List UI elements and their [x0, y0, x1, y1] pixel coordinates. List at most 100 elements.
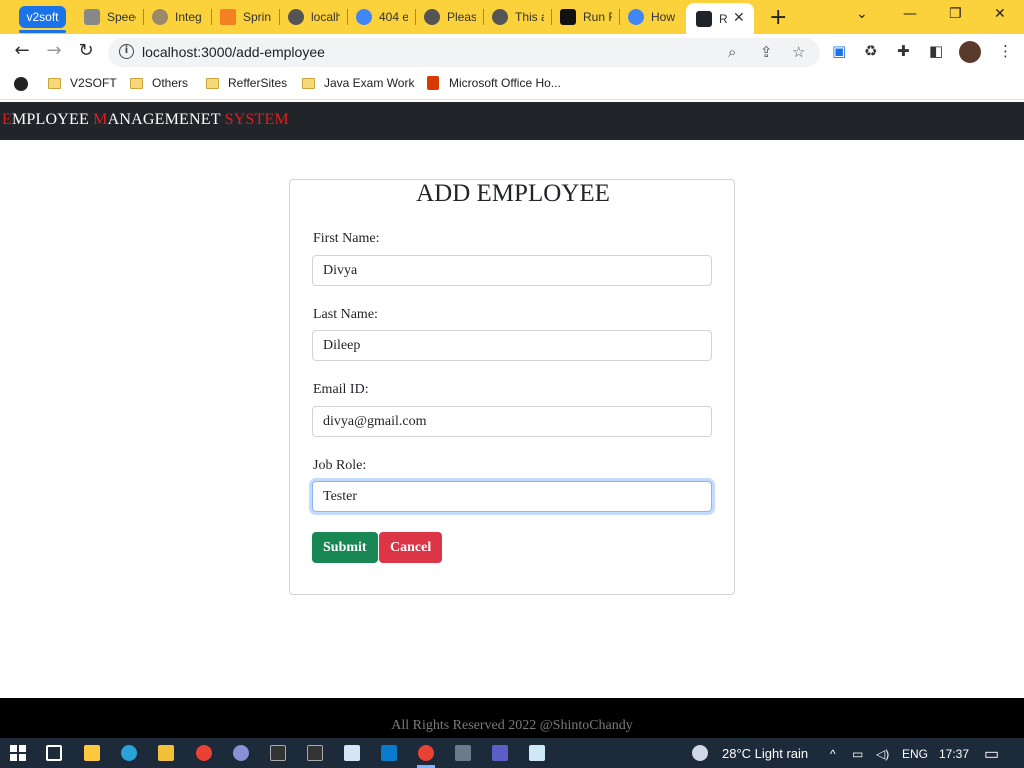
language-indicator[interactable]: ENG: [902, 747, 928, 761]
react-icon: [696, 10, 712, 27]
tab-divider: [143, 9, 144, 25]
browser-tab[interactable]: This a: [492, 4, 544, 30]
bookmark-folder-reffersites[interactable]: RefferSites: [206, 76, 287, 90]
tab-title: Pleas: [447, 10, 476, 24]
tab-title: How: [651, 10, 676, 24]
minimize-icon[interactable]: —: [903, 6, 917, 22]
new-tab-icon[interactable]: +: [769, 5, 787, 30]
cancel-button[interactable]: Cancel: [379, 532, 443, 563]
navbar-brand[interactable]: EMPLOYEE MANAGEMENET SYSTEM: [2, 111, 289, 129]
last-name-input[interactable]: [312, 330, 712, 361]
profile-avatar[interactable]: [959, 41, 981, 63]
brand-letter: E: [2, 111, 12, 128]
notepad-icon[interactable]: [529, 745, 545, 761]
folder-icon: [206, 77, 219, 89]
zoom-icon[interactable]: ⌕: [728, 43, 736, 61]
bookmark-star-icon[interactable]: ☆: [792, 43, 805, 61]
job-role-input[interactable]: [312, 481, 712, 512]
tab-search-icon[interactable]: ⌄: [856, 6, 868, 22]
bookmark-folder-others[interactable]: Others: [130, 76, 188, 90]
store-icon[interactable]: [84, 745, 100, 761]
forward-icon[interactable]: →: [42, 40, 66, 61]
terminal-icon[interactable]: [270, 745, 286, 761]
app-icon[interactable]: [233, 745, 249, 761]
folder-icon: [130, 77, 143, 89]
email-input[interactable]: [312, 406, 712, 437]
tab-divider: [619, 9, 620, 25]
first-name-input[interactable]: [312, 255, 712, 286]
add-employee-card: ADD EMPLOYEE First Name: Last Name: Emai…: [289, 179, 735, 595]
site-info-icon[interactable]: i: [119, 44, 134, 59]
browser-tab[interactable]: localh: [288, 4, 340, 30]
footer-copyright: All Rights Reserved 2022 @ShintoChandy: [391, 718, 633, 733]
bookmark-folder-java-exam-work[interactable]: Java Exam Work: [302, 76, 414, 90]
browser-tab[interactable]: How: [628, 4, 680, 30]
browser-tab[interactable]: Pleas: [424, 4, 476, 30]
globe-icon[interactable]: [14, 77, 28, 91]
back-icon[interactable]: ←: [10, 40, 34, 61]
notifications-icon[interactable]: ▭: [984, 744, 999, 764]
tab-group-chip[interactable]: v2soft: [19, 6, 66, 28]
vscode-icon[interactable]: [381, 745, 397, 761]
last-name-label: Last Name:: [313, 307, 378, 322]
screen-capture-icon[interactable]: ▣: [832, 42, 846, 60]
tab-divider: [347, 9, 348, 25]
close-window-icon[interactable]: ✕: [994, 6, 1006, 22]
browser-tab[interactable]: Integ: [152, 4, 204, 30]
page-title: ADD EMPLOYEE: [416, 180, 610, 207]
browser-tab-strip: v2soft Speed Integ Sprin localh 404 e Pl…: [0, 0, 1024, 34]
app-window-icon[interactable]: [344, 745, 360, 761]
edge-icon[interactable]: [121, 745, 137, 761]
page-footer: All Rights Reserved 2022 @ShintoChandy: [0, 698, 1024, 738]
task-view-icon[interactable]: [46, 745, 62, 761]
side-panel-icon[interactable]: ◧: [929, 42, 943, 60]
weather-text[interactable]: 28°C Light rain: [722, 746, 808, 761]
address-bar[interactable]: i localhost:3000/add-employee ⌕ ⇪ ☆: [108, 38, 820, 67]
terminal-icon[interactable]: [307, 745, 323, 761]
bookmark-label: Microsoft Office Ho...: [449, 76, 561, 90]
brand-word: SYSTEM: [224, 111, 289, 128]
app-navbar: EMPLOYEE MANAGEMENET SYSTEM: [0, 102, 1024, 140]
bookmark-microsoft-office[interactable]: Microsoft Office Ho...: [427, 76, 561, 90]
tab-title: Run F: [583, 10, 612, 24]
browser-tab[interactable]: Speed: [84, 4, 136, 30]
teams-icon[interactable]: [492, 745, 508, 761]
medium-icon: [560, 9, 576, 25]
folder-icon: [302, 77, 315, 89]
email-label: Email ID:: [313, 382, 369, 397]
bookmark-folder-v2soft[interactable]: V2SOFT: [48, 76, 117, 90]
recycle-extension-icon[interactable]: ♻: [864, 42, 877, 60]
tab-title: localh: [311, 10, 340, 24]
address-bar-url[interactable]: localhost:3000/add-employee: [142, 44, 325, 60]
clock-time[interactable]: 17:37: [939, 747, 969, 761]
file-explorer-icon[interactable]: [158, 745, 174, 761]
browser-tab[interactable]: Run F: [560, 4, 612, 30]
restore-icon[interactable]: ❐: [949, 6, 962, 22]
extensions-puzzle-icon[interactable]: ✚: [897, 42, 910, 60]
share-icon[interactable]: ⇪: [760, 43, 773, 61]
chevron-up-icon[interactable]: ^: [830, 747, 836, 761]
folder-icon: [48, 77, 61, 89]
tab-title: This a: [515, 10, 544, 24]
tab-divider: [211, 9, 212, 25]
tab-divider: [415, 9, 416, 25]
close-tab-icon[interactable]: ✕: [733, 10, 745, 26]
chrome-icon[interactable]: [418, 745, 434, 761]
job-role-label: Job Role:: [313, 458, 367, 473]
volume-icon[interactable]: ◁): [876, 747, 889, 761]
browser-tab[interactable]: Sprin: [220, 4, 272, 30]
brand-word: MPLOYEE: [11, 111, 94, 128]
chrome-icon[interactable]: [196, 745, 212, 761]
reload-icon[interactable]: ↻: [74, 40, 98, 61]
tab-divider: [483, 9, 484, 25]
bookmark-label: Others: [152, 76, 189, 90]
network-icon[interactable]: ▭: [852, 747, 863, 761]
globe-icon: [492, 9, 508, 25]
settings-gear-icon[interactable]: [455, 745, 471, 761]
windows-start-icon[interactable]: [10, 745, 26, 761]
bookmark-label: RefferSites: [228, 76, 288, 90]
browser-tab[interactable]: 404 e: [356, 4, 408, 30]
weather-icon[interactable]: [692, 745, 708, 761]
menu-kebab-icon[interactable]: ⋮: [998, 42, 1013, 60]
submit-button[interactable]: Submit: [312, 532, 378, 563]
